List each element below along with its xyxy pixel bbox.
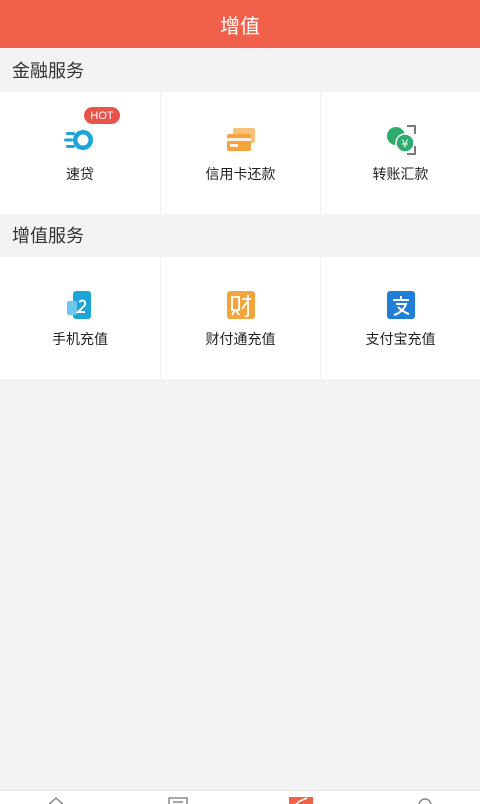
tenpay-recharge-label: 财付通充值 [205, 332, 276, 348]
fast-loan-icon [64, 130, 93, 150]
bottom-nav [0, 790, 480, 804]
phone-recharge-item[interactable]: 手机充值 [0, 257, 160, 379]
value-added-icon[interactable] [289, 795, 313, 804]
credit-card-repay-label: 信用卡还款 [205, 167, 276, 183]
finance-grid: 速贷 信用卡还款 ¥ 转账汇款 [0, 92, 480, 214]
transfer-label: 转账汇款 [372, 167, 429, 183]
credit-card-icon [226, 128, 255, 151]
section-header-finance: 金融服务 [0, 48, 480, 92]
top-bar: 增值 [0, 0, 480, 48]
fast-loan-label: 速贷 [66, 167, 94, 183]
svg-text:¥: ¥ [401, 138, 408, 151]
alipay-recharge-item[interactable]: 支付宝充值 [320, 257, 480, 379]
section-header-value: 增值服务 [0, 213, 480, 257]
alipay-icon [386, 291, 415, 319]
home-icon[interactable] [44, 795, 68, 804]
section-title: 增值服务 [12, 226, 84, 247]
alipay-recharge-label: 支付宝充值 [365, 332, 436, 348]
transfer-icon: ¥ [386, 125, 416, 155]
page-title: 增值 [220, 13, 260, 38]
fast-loan-item[interactable]: 速贷 [0, 92, 160, 214]
phone-recharge-label: 手机充值 [52, 332, 108, 348]
profile-icon[interactable] [413, 795, 437, 804]
tenpay-recharge-item[interactable]: 财付通充值 [160, 257, 320, 379]
hot-badge: HOT [84, 107, 120, 124]
transfer-item[interactable]: ¥ 转账汇款 [320, 92, 480, 214]
section-title: 金融服务 [12, 61, 84, 82]
credit-card-repay-item[interactable]: 信用卡还款 [160, 92, 320, 214]
tenpay-icon [226, 291, 255, 319]
list-icon[interactable] [166, 795, 190, 804]
phone-recharge-icon [67, 291, 91, 319]
value-grid: 手机充值 财付通充值 支付宝充值 [0, 257, 480, 379]
